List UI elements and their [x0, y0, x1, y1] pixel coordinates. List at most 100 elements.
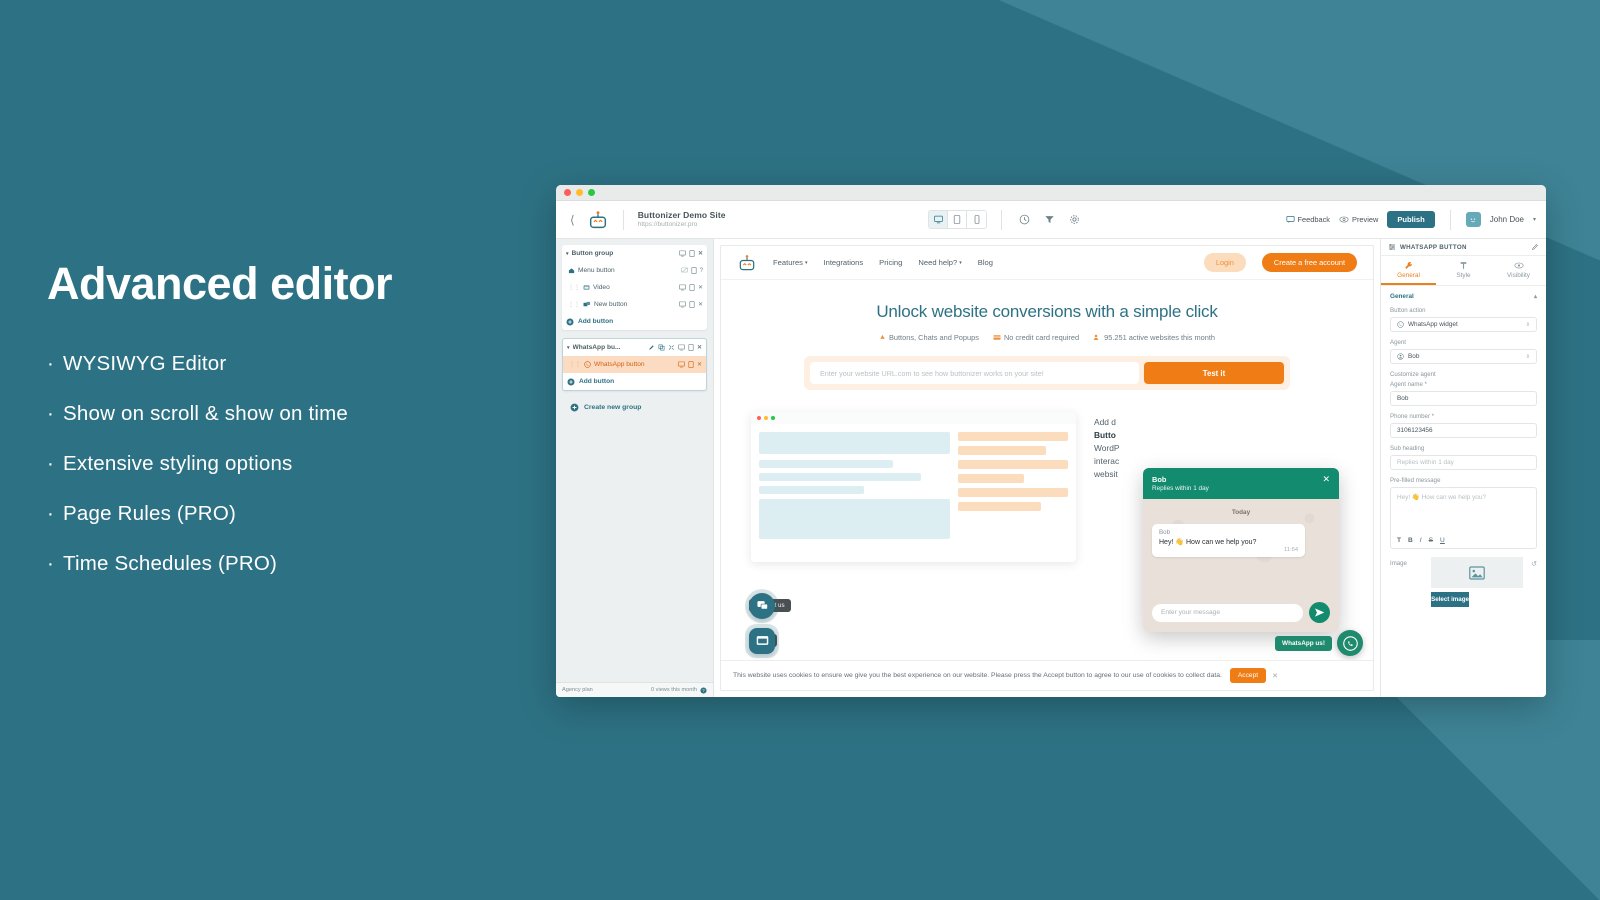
close-icon[interactable]: ✕ [697, 344, 702, 351]
close-icon[interactable]: ✕ [1272, 672, 1278, 680]
mobile-icon[interactable] [689, 284, 695, 291]
nav-link-pricing[interactable]: Pricing [879, 258, 902, 267]
layer-group-header[interactable]: ▾ WhatsApp bu... ✕ [563, 339, 706, 356]
mobile-icon[interactable] [967, 211, 987, 228]
hero-features: Buttons, Chats and Popups No credit card… [721, 333, 1373, 342]
pencil-icon[interactable] [1531, 243, 1539, 251]
select-image-button[interactable]: Select image [1431, 592, 1469, 607]
format-strikethrough-icon[interactable]: S [1429, 537, 1433, 544]
feature-item: · WYSIWYG Editor [47, 352, 517, 376]
add-button-row[interactable]: Add button [562, 313, 707, 330]
drag-handle-icon[interactable]: ⋮⋮ [569, 361, 581, 368]
filter-icon[interactable] [1041, 211, 1058, 228]
duplicate-icon[interactable] [658, 344, 665, 351]
image-preview[interactable] [1431, 557, 1524, 588]
chat-agent-name: Bob [1152, 475, 1167, 484]
close-icon[interactable]: ✕ [697, 361, 702, 368]
sub-heading-input[interactable]: Replies within 1 day [1390, 455, 1537, 470]
chat-input[interactable]: Enter your message [1152, 603, 1303, 622]
preview-button[interactable]: Preview [1339, 215, 1378, 224]
mobile-icon[interactable] [689, 250, 695, 257]
test-it-button[interactable]: Test it [1144, 362, 1284, 384]
feedback-button[interactable]: Feedback [1286, 215, 1330, 224]
login-button[interactable]: Login [1203, 253, 1246, 272]
feature-list: · WYSIWYG Editor · Show on scroll & show o… [47, 352, 517, 576]
chevron-down-icon[interactable]: ▾ [566, 251, 569, 257]
window-close-icon[interactable] [564, 189, 571, 196]
video-icon[interactable] [745, 623, 779, 658]
format-text-icon[interactable]: T [1397, 537, 1401, 544]
cookie-accept-button[interactable]: Accept [1229, 668, 1267, 683]
layer-item-whatsapp-button[interactable]: ⋮⋮ WhatsApp button ✕ [563, 356, 706, 373]
clock-icon[interactable] [1016, 211, 1033, 228]
drag-handle-icon[interactable]: ⋮⋮ [568, 284, 580, 291]
window-minimize-icon[interactable] [576, 189, 583, 196]
send-icon[interactable] [1309, 602, 1330, 623]
drag-handle-icon[interactable]: ⋮⋮ [568, 301, 580, 308]
mobile-icon[interactable] [689, 301, 695, 308]
nav-link-blog[interactable]: Blog [978, 258, 993, 267]
back-icon[interactable]: ⟨ [566, 213, 579, 227]
mobile-icon[interactable] [688, 361, 694, 368]
prefilled-message-input[interactable]: Hey! 👋 How can we help you? [1391, 488, 1536, 537]
fab-video[interactable]: Video [745, 623, 779, 658]
create-new-group-button[interactable]: Create new group [562, 399, 707, 416]
pencil-icon[interactable] [648, 344, 655, 351]
image-picker[interactable]: Select image [1431, 557, 1524, 607]
reset-icon[interactable]: ↺ [1531, 557, 1537, 568]
close-icon[interactable]: ✕ [698, 284, 703, 291]
user-name[interactable]: John Doe [1490, 215, 1524, 224]
desktop-off-icon[interactable] [680, 267, 688, 274]
url-input[interactable]: Enter your website URL.com to see how bu… [810, 362, 1139, 384]
tools-icon[interactable] [668, 344, 675, 351]
add-button-row[interactable]: Add button [563, 373, 706, 390]
chevron-down-icon[interactable]: ▾ [1533, 216, 1536, 223]
avatar[interactable] [1465, 212, 1481, 227]
desktop-icon[interactable] [679, 284, 686, 291]
desktop-icon[interactable] [678, 344, 685, 351]
info-icon[interactable]: ? [700, 686, 707, 694]
whatsapp-launcher[interactable]: WhatsApp us! [1275, 630, 1363, 656]
gear-icon[interactable] [1066, 211, 1083, 228]
desktop-icon[interactable] [679, 250, 686, 257]
button-action-select[interactable]: WhatsApp widget ⇳ [1390, 317, 1537, 332]
layer-item-video[interactable]: ⋮⋮ Video ✕ [562, 279, 707, 296]
close-icon[interactable]: ✕ [698, 301, 703, 308]
fab-contact-us[interactable]: Contact us [745, 588, 791, 623]
mobile-icon[interactable] [691, 267, 697, 274]
agent-select[interactable]: Bob ⇳ [1390, 349, 1537, 364]
create-account-button[interactable]: Create a free account [1261, 253, 1357, 272]
section-general[interactable]: General ▴ [1390, 293, 1537, 300]
layer-group-header[interactable]: ▾ Button group ✕ [562, 245, 707, 262]
chevron-down-icon[interactable]: ▾ [567, 345, 570, 351]
publish-button[interactable]: Publish [1387, 211, 1435, 228]
mobile-icon[interactable] [688, 344, 694, 351]
layer-item-menu-button[interactable]: Menu button ? [562, 262, 707, 279]
layer-item-new-button[interactable]: ⋮⋮ New button ✕ [562, 296, 707, 313]
format-italic-icon[interactable]: I [1420, 537, 1422, 544]
whatsapp-icon[interactable] [1337, 630, 1363, 656]
help-icon[interactable]: ? [700, 268, 703, 274]
format-bold-icon[interactable]: B [1408, 537, 1413, 544]
tab-visibility[interactable]: Visibility [1491, 256, 1546, 285]
contact-us-icon[interactable] [745, 588, 779, 623]
close-icon[interactable]: ✕ [698, 250, 703, 257]
properties-content: General ▴ Button action WhatsApp widget … [1381, 286, 1546, 697]
nav-link-need-help[interactable]: Need help? ▾ [918, 258, 961, 267]
format-underline-icon[interactable]: U [1440, 537, 1445, 544]
desktop-icon[interactable] [678, 361, 685, 368]
phone-number-input[interactable]: 3106123456 [1390, 423, 1537, 438]
chat-message: Bob Hey! 👋 How can we help you? 11:54 [1152, 524, 1306, 557]
nav-link-integrations[interactable]: Integrations [823, 258, 863, 267]
window-maximize-icon[interactable] [588, 189, 595, 196]
prefilled-message-editor[interactable]: Hey! 👋 How can we help you? T B I S U [1390, 487, 1537, 549]
nav-link-features[interactable]: Features ▾ [773, 258, 807, 267]
tab-style[interactable]: Style [1436, 256, 1491, 285]
agent-name-input[interactable]: Bob [1390, 391, 1537, 406]
tablet-icon[interactable] [948, 211, 968, 228]
tab-general[interactable]: General [1381, 256, 1436, 285]
close-icon[interactable]: ✕ [1322, 475, 1330, 484]
desktop-icon[interactable] [679, 301, 686, 308]
chevron-up-icon[interactable]: ▴ [1534, 293, 1537, 300]
desktop-icon[interactable] [929, 211, 949, 228]
